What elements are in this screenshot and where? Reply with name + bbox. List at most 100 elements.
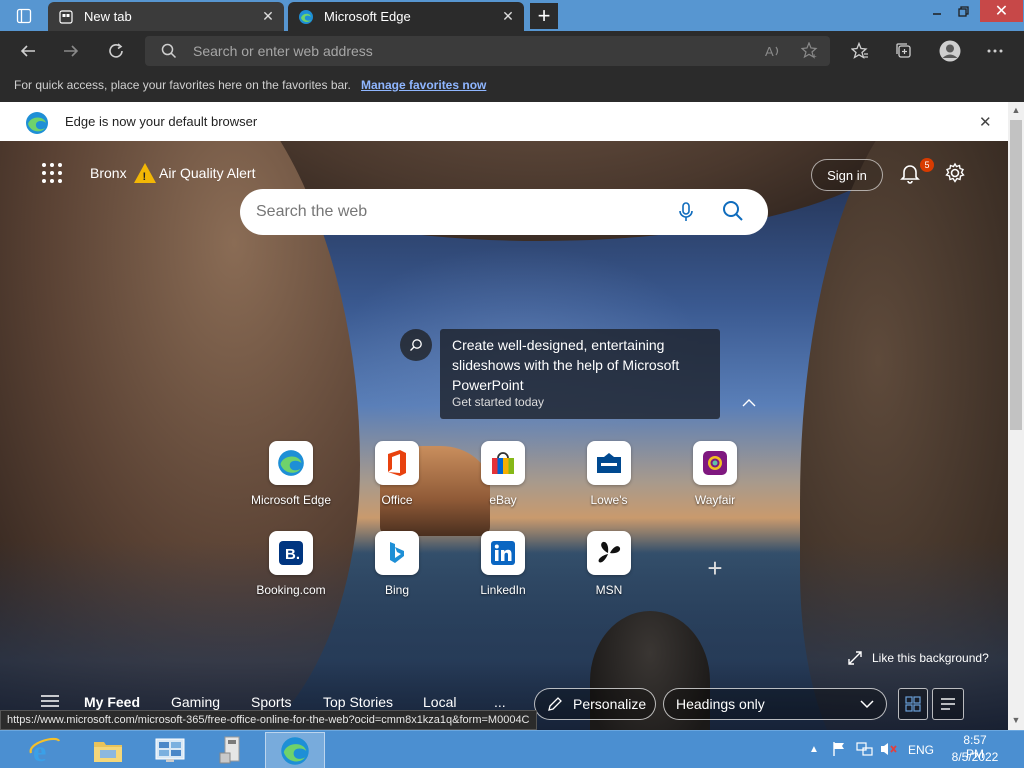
quick-link-label: Booking.com: [256, 583, 326, 597]
sign-in-button[interactable]: Sign in: [811, 159, 883, 191]
notification-text: Edge is now your default browser: [65, 114, 258, 129]
tab-microsoft-edge[interactable]: Microsoft Edge ✕: [288, 2, 524, 31]
close-icon: ✕: [994, 3, 1009, 20]
feed-tab-top-stories[interactable]: Top Stories: [323, 694, 393, 710]
personalize-button[interactable]: Personalize: [534, 688, 656, 720]
quick-link-label: MSN: [595, 583, 623, 597]
taskbar-file-explorer[interactable]: [79, 732, 137, 768]
network-icon[interactable]: [856, 741, 874, 760]
forward-button[interactable]: [57, 37, 85, 65]
favorites-bar: For quick access, place your favorites h…: [0, 71, 1024, 102]
svg-text:!: !: [143, 171, 147, 183]
feed-layout-value: Headings only: [676, 696, 765, 712]
app-launcher-button[interactable]: [40, 161, 64, 185]
feed-tab-gaming[interactable]: Gaming: [171, 694, 220, 710]
quick-link-msn[interactable]: MSN: [564, 531, 654, 597]
tab-actions-icon: [16, 8, 32, 23]
tab-new-tab[interactable]: New tab ✕: [48, 2, 284, 31]
forward-arrow-icon: [64, 45, 79, 57]
msn-logo-icon: [587, 531, 631, 575]
collections-button[interactable]: [890, 37, 918, 65]
show-hidden-icons-chevron-icon[interactable]: ▲: [809, 744, 819, 755]
plus-icon: +: [537, 3, 551, 28]
refresh-button[interactable]: [102, 37, 130, 65]
svg-text:B.: B.: [285, 546, 300, 563]
close-tab-icon[interactable]: ✕: [260, 8, 276, 25]
wayfair-logo-icon: [693, 441, 737, 485]
more-icon: [987, 49, 1003, 53]
tab-title: Microsoft Edge: [324, 9, 411, 24]
add-shortcut-button[interactable]: +: [700, 553, 730, 583]
app-grid-icon: [42, 163, 62, 183]
grid-view-button[interactable]: [898, 688, 928, 720]
like-background-button[interactable]: Like this background?: [848, 651, 989, 665]
favorites-button[interactable]: [846, 37, 874, 65]
input-language[interactable]: ENG: [908, 743, 934, 757]
minimize-button[interactable]: [924, 0, 950, 22]
back-arrow-icon: [20, 45, 35, 57]
quick-link-label: Lowe's: [590, 493, 628, 507]
add-favorite-icon[interactable]: +: [800, 41, 819, 63]
settings-more-button[interactable]: [981, 37, 1009, 65]
status-url-bubble: https://www.microsoft.com/microsoft-365/…: [0, 710, 537, 730]
microphone-icon[interactable]: [678, 201, 694, 226]
quick-link-ebay[interactable]: eBay: [458, 441, 548, 507]
profile-button[interactable]: [936, 37, 964, 65]
promo-search-button[interactable]: [400, 329, 432, 361]
air-quality-alert[interactable]: Air Quality Alert: [159, 165, 255, 181]
taskbar-admin-tools[interactable]: [203, 732, 261, 768]
ebay-logo-icon: [481, 441, 525, 485]
tab-actions-button[interactable]: [8, 3, 40, 28]
new-tab-button[interactable]: +: [530, 3, 558, 29]
scroll-up-arrow-icon[interactable]: ▲: [1008, 102, 1024, 118]
quick-link-linkedin[interactable]: LinkedIn: [458, 531, 548, 597]
feed-more-button[interactable]: ...: [494, 694, 506, 710]
search-icon[interactable]: [722, 200, 744, 225]
taskbar-microsoft-edge[interactable]: [265, 732, 325, 768]
quick-link-label: Microsoft Edge: [250, 493, 332, 507]
notifications-bell-icon[interactable]: [899, 162, 921, 187]
scroll-down-arrow-icon[interactable]: ▼: [1008, 712, 1024, 728]
search-icon: [161, 43, 177, 59]
linkedin-logo-icon: [481, 531, 525, 575]
chevron-up-icon[interactable]: [742, 395, 756, 411]
address-bar[interactable]: Search or enter web address A +: [145, 36, 830, 66]
warning-icon: !: [133, 162, 157, 187]
clock-date[interactable]: 8/5/2022: [948, 750, 1002, 764]
close-window-button[interactable]: ✕: [980, 0, 1023, 22]
volume-muted-icon[interactable]: [880, 741, 898, 760]
restore-button[interactable]: [950, 0, 976, 22]
quick-link-office[interactable]: Office: [352, 441, 442, 507]
quick-link-bing[interactable]: Bing: [352, 531, 442, 597]
close-tab-icon[interactable]: ✕: [500, 8, 516, 25]
promo-card[interactable]: Create well-designed, entertaining slide…: [440, 329, 720, 419]
close-icon[interactable]: ✕: [979, 113, 992, 131]
quick-link-lowes[interactable]: Lowe's: [564, 441, 654, 507]
quick-link-microsoft-edge[interactable]: Microsoft Edge: [246, 441, 336, 507]
weather-location[interactable]: Bronx: [90, 165, 127, 181]
quick-link-wayfair[interactable]: Wayfair: [670, 441, 760, 507]
feed-tab-my-feed[interactable]: My Feed: [84, 694, 140, 710]
back-button[interactable]: [14, 37, 42, 65]
promo-subtitle[interactable]: Get started today: [452, 395, 544, 409]
web-search-box[interactable]: Search the web: [240, 189, 768, 235]
favorites-bar-message: For quick access, place your favorites h…: [14, 78, 351, 92]
action-center-flag-icon[interactable]: [831, 741, 847, 760]
taskbar-server-manager[interactable]: [141, 732, 199, 768]
notification-count-badge: 5: [920, 158, 934, 172]
feed-tab-local[interactable]: Local: [423, 694, 456, 710]
scrollbar-thumb[interactable]: [1010, 120, 1022, 430]
feed-tab-sports[interactable]: Sports: [251, 694, 291, 710]
refresh-icon: [109, 43, 123, 58]
folder-icon: [94, 742, 122, 762]
taskbar-internet-explorer[interactable]: e: [16, 732, 74, 768]
quick-link-label: Office: [381, 493, 413, 507]
feed-layout-dropdown[interactable]: Headings only: [663, 688, 887, 720]
list-view-button[interactable]: [932, 688, 964, 720]
read-aloud-icon[interactable]: A: [764, 43, 782, 62]
minimize-icon: [933, 13, 941, 15]
page-settings-gear-icon[interactable]: [944, 162, 966, 187]
quick-link-booking[interactable]: B. Booking.com: [246, 531, 336, 597]
manage-favorites-link[interactable]: Manage favorites now: [361, 78, 486, 92]
newtab-icon: [58, 9, 74, 25]
